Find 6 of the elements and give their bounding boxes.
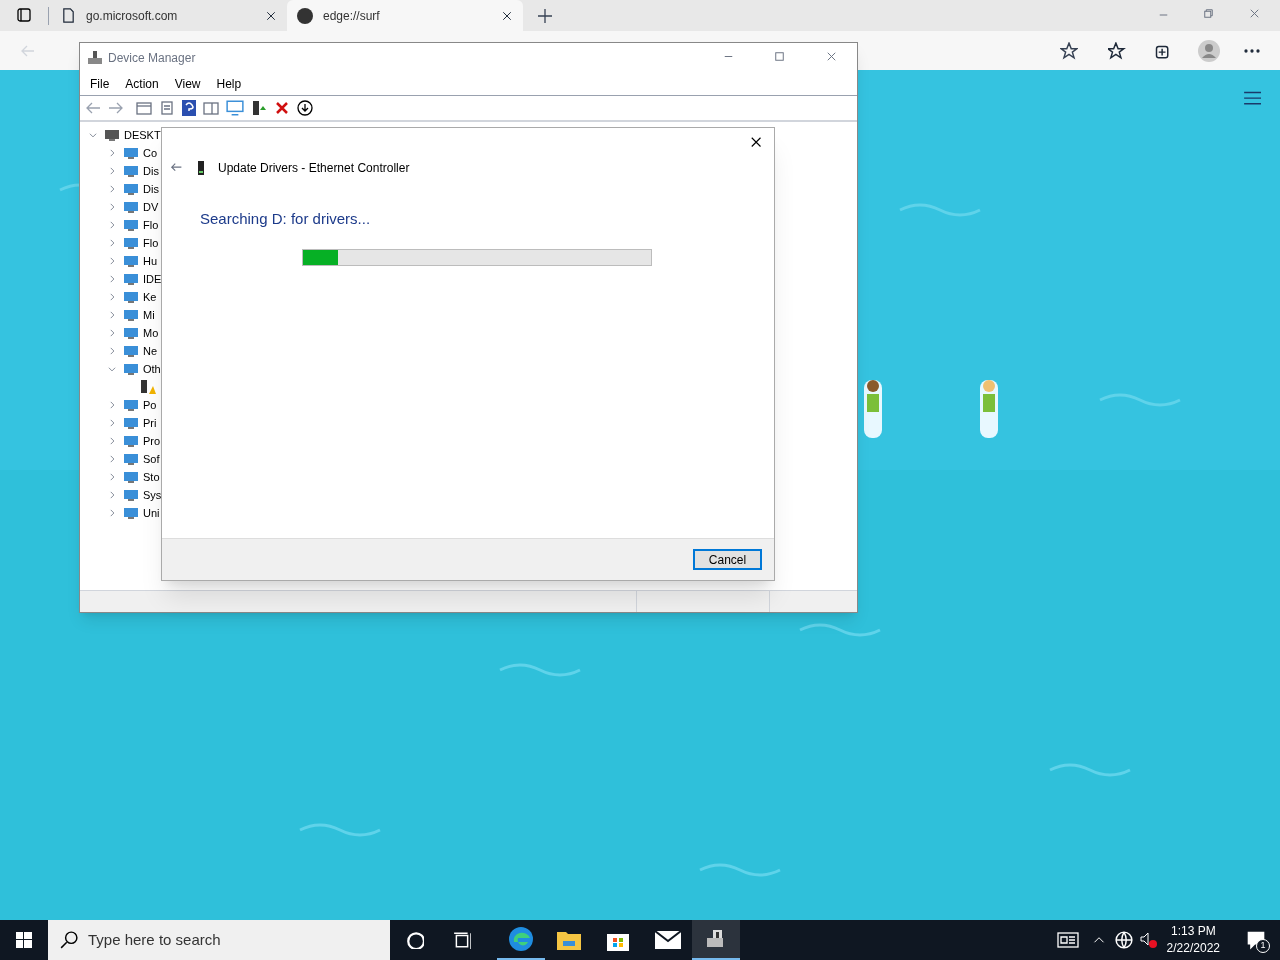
notification-count-badge: 1	[1256, 939, 1270, 953]
dialog-title: Update Drivers - Ethernet Controller	[218, 160, 410, 177]
tab-title: go.microsoft.com	[86, 7, 179, 25]
search-status: Searching D: for drivers...	[200, 209, 372, 229]
window-title: Device Manager	[108, 50, 197, 67]
tab-title: edge://surf	[323, 7, 381, 25]
